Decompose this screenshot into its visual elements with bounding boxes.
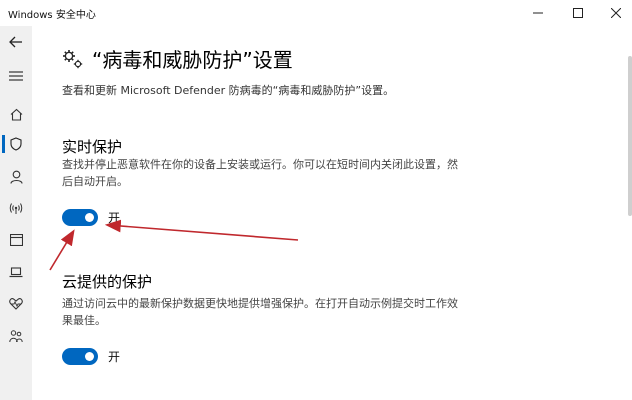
gear-icon: [63, 49, 83, 68]
realtime-protection-toggle-label: 开: [108, 211, 121, 225]
close-icon: [611, 8, 621, 18]
realtime-protection-heading: 实时保护: [62, 138, 123, 156]
cloud-protection-description: 通过访问云中的最新保护数据更快地提供增强保护。在打开自动示例提交时工作效果最佳。: [62, 297, 458, 327]
navigation-rail: [0, 26, 32, 400]
person-icon: [9, 170, 23, 184]
heart-icon: [9, 298, 23, 310]
realtime-protection-toggle[interactable]: [62, 209, 98, 226]
page-header: “病毒和威胁防护”设置: [62, 44, 293, 73]
nav-firewall[interactable]: [0, 194, 32, 222]
maximize-icon: [573, 8, 583, 18]
nav-device-security[interactable]: [0, 258, 32, 286]
back-button[interactable]: [0, 28, 32, 56]
nav-device-health[interactable]: [0, 290, 32, 318]
cloud-protection-toggle[interactable]: [62, 348, 98, 365]
cloud-protection-heading: 云提供的保护: [62, 273, 153, 291]
app-browser-icon: [9, 234, 23, 246]
toggle-knob: [85, 352, 94, 361]
window-title: Windows 安全中心: [8, 10, 96, 21]
page-title: “病毒和威胁防护”设置: [92, 48, 293, 72]
realtime-protection-description: 查找并停止恶意软件在你的设备上安装或运行。你可以在短时间内关闭此设置，然后自动开…: [62, 158, 458, 188]
hamburger-menu-icon: [9, 71, 23, 81]
main-content: “病毒和威胁防护”设置 查看和更新 Microsoft Defender 防病毒…: [32, 26, 632, 400]
shield-icon: [10, 137, 22, 151]
home-icon: [10, 108, 22, 121]
minimize-icon: [533, 12, 543, 14]
toggle-knob: [85, 213, 94, 222]
maximize-button[interactable]: [558, 0, 598, 26]
cloud-protection-toggle-row: 开: [62, 348, 120, 365]
title-bar: Windows 安全中心: [0, 0, 632, 26]
nav-home[interactable]: [0, 100, 32, 128]
nav-virus-protection[interactable]: [0, 130, 32, 158]
close-button[interactable]: [596, 0, 632, 26]
cloud-protection-toggle-label: 开: [108, 350, 121, 364]
menu-button[interactable]: [0, 62, 32, 90]
nav-account-protection[interactable]: [0, 163, 32, 191]
vertical-scrollbar[interactable]: [628, 56, 632, 216]
family-icon: [9, 329, 23, 342]
nav-family-options[interactable]: [0, 322, 32, 350]
page-description: 查看和更新 Microsoft Defender 防病毒的“病毒和威胁防护”设置…: [62, 84, 395, 97]
nav-app-browser[interactable]: [0, 226, 32, 254]
wireless-icon: [9, 203, 23, 214]
realtime-protection-toggle-row: 开: [62, 209, 120, 226]
minimize-button[interactable]: [518, 0, 558, 26]
back-arrow-icon: [9, 36, 22, 48]
laptop-icon: [9, 266, 23, 277]
